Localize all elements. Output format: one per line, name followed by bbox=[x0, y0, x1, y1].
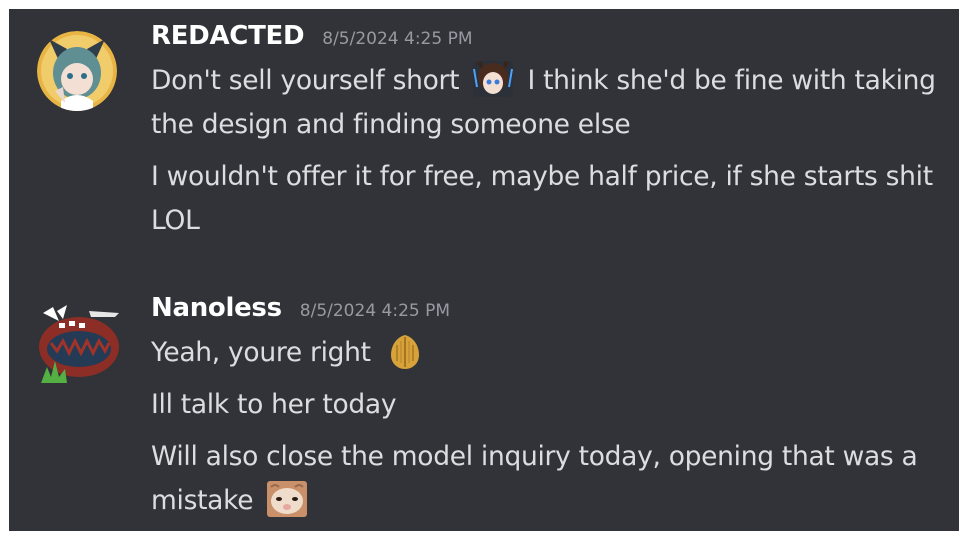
timestamp: 8/5/2024 4:25 PM bbox=[322, 29, 473, 49]
timestamp: 8/5/2024 4:25 PM bbox=[299, 301, 451, 321]
message-content: Nanoless 8/5/2024 4:25 PM Yeah, youre ri… bbox=[151, 293, 947, 523]
message-text: Ill talk to her today bbox=[151, 389, 397, 420]
message-text-part: Yeah, youre right bbox=[151, 337, 371, 368]
hands-together-emoji-icon[interactable] bbox=[383, 331, 427, 371]
chat-message-list: REDACTED 8/5/2024 4:25 PM Don't sell you… bbox=[9, 9, 959, 531]
anime-girl-emoji-icon[interactable] bbox=[471, 59, 515, 99]
message-text: Yeah, youre right bbox=[151, 331, 947, 375]
message-text: Will also close the model inquiry today,… bbox=[151, 435, 947, 523]
message-text: Don't sell yourself short I think she'd … bbox=[151, 59, 947, 147]
red-monster-avatar-icon[interactable] bbox=[37, 303, 119, 383]
message-header: Nanoless 8/5/2024 4:25 PM bbox=[151, 293, 947, 327]
message-header: REDACTED 8/5/2024 4:25 PM bbox=[151, 21, 947, 55]
cat-girl-avatar-icon[interactable] bbox=[37, 31, 117, 111]
hamster-emoji-icon[interactable] bbox=[265, 479, 309, 519]
message-text-part: Don't sell yourself short bbox=[151, 65, 460, 96]
username[interactable]: REDACTED bbox=[151, 21, 305, 51]
message-content: REDACTED 8/5/2024 4:25 PM Don't sell you… bbox=[151, 21, 947, 243]
message-text: I wouldn't offer it for free, maybe half… bbox=[151, 161, 933, 236]
username[interactable]: Nanoless bbox=[151, 293, 282, 323]
